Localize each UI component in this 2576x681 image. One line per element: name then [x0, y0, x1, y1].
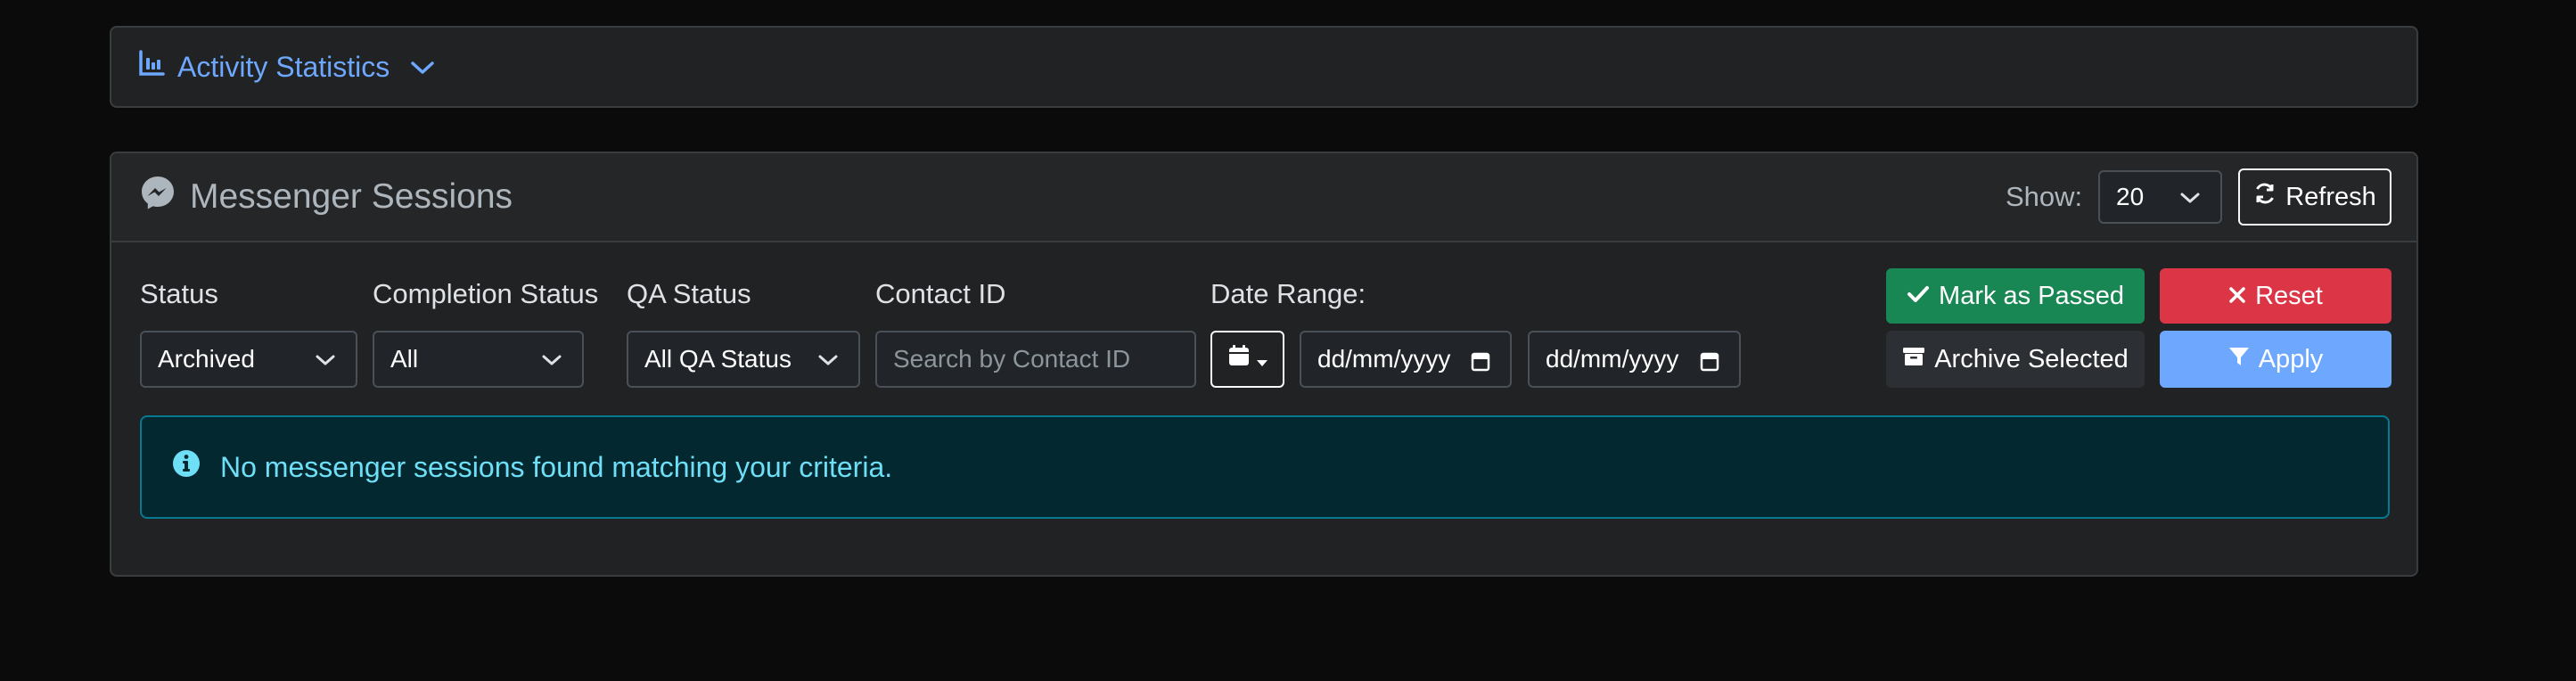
calendar-icon [1227, 344, 1251, 374]
reset-button[interactable]: Reset [2160, 268, 2391, 324]
chart-bar-icon [138, 50, 165, 84]
page-size-value: 20 [2116, 183, 2145, 210]
filter-icon [2228, 345, 2250, 374]
completion-status-value: All [390, 345, 419, 373]
chevron-down-icon [315, 345, 336, 373]
calendar-icon [1700, 349, 1719, 378]
archive-selected-label: Archive Selected [1934, 344, 2129, 373]
reset-label: Reset [2255, 281, 2323, 310]
chevron-down-icon [541, 345, 562, 373]
check-icon [1907, 282, 1930, 311]
mark-as-passed-button[interactable]: Mark as Passed [1886, 268, 2145, 324]
activity-statistics-toggle[interactable]: Activity Statistics [138, 28, 436, 106]
qa-status-select[interactable]: All QA Status [627, 331, 860, 388]
close-icon [2228, 282, 2246, 311]
messenger-icon [140, 175, 176, 219]
alert-message: No messenger sessions found matching you… [220, 450, 893, 483]
show-label: Show: [2006, 181, 2083, 212]
date-range-label: Date Range: [1210, 278, 1366, 309]
calendar-icon [1471, 349, 1490, 378]
no-results-alert: No messenger sessions found matching you… [140, 415, 2390, 519]
apply-button[interactable]: Apply [2160, 331, 2391, 388]
date-from-input[interactable]: dd/mm/yyyy [1300, 331, 1512, 388]
completion-status-label: Completion Status [373, 278, 599, 309]
sessions-title: Messenger Sessions [190, 177, 513, 216]
card-header: Messenger Sessions Show: 20 Refresh [111, 153, 2416, 242]
activity-statistics-title: Activity Statistics [177, 50, 390, 83]
refresh-icon [2253, 182, 2277, 212]
archive-selected-button[interactable]: Archive Selected [1886, 331, 2145, 388]
qa-status-label: QA Status [627, 278, 751, 309]
contact-id-label: Contact ID [875, 278, 1006, 309]
messenger-sessions-card: Messenger Sessions Show: 20 Refresh Stat… [110, 152, 2418, 577]
apply-label: Apply [2258, 344, 2324, 373]
date-from-placeholder: dd/mm/yyyy [1317, 345, 1451, 373]
status-value: Archived [158, 345, 255, 373]
info-circle-icon [172, 449, 201, 485]
chevron-down-icon [817, 345, 839, 373]
mark-as-passed-label: Mark as Passed [1939, 281, 2124, 310]
contact-id-input[interactable]: Search by Contact ID [875, 331, 1196, 388]
caret-down-icon [1256, 345, 1268, 374]
activity-statistics-card: Activity Statistics [110, 26, 2418, 108]
archive-icon [1902, 345, 1925, 374]
chevron-down-icon [409, 51, 436, 84]
qa-status-value: All QA Status [644, 345, 792, 373]
completion-status-select[interactable]: All [373, 331, 584, 388]
contact-id-placeholder: Search by Contact ID [893, 345, 1131, 373]
date-to-input[interactable]: dd/mm/yyyy [1528, 331, 1741, 388]
status-select[interactable]: Archived [140, 331, 357, 388]
refresh-label: Refresh [2285, 182, 2376, 211]
refresh-button[interactable]: Refresh [2238, 168, 2391, 226]
date-range-picker-button[interactable] [1210, 331, 1284, 388]
status-label: Status [140, 278, 218, 309]
page-title: Messenger Sessions [140, 153, 513, 241]
page-size-select[interactable]: 20 [2098, 170, 2222, 224]
date-to-placeholder: dd/mm/yyyy [1546, 345, 1679, 373]
chevron-down-icon [2179, 183, 2201, 211]
